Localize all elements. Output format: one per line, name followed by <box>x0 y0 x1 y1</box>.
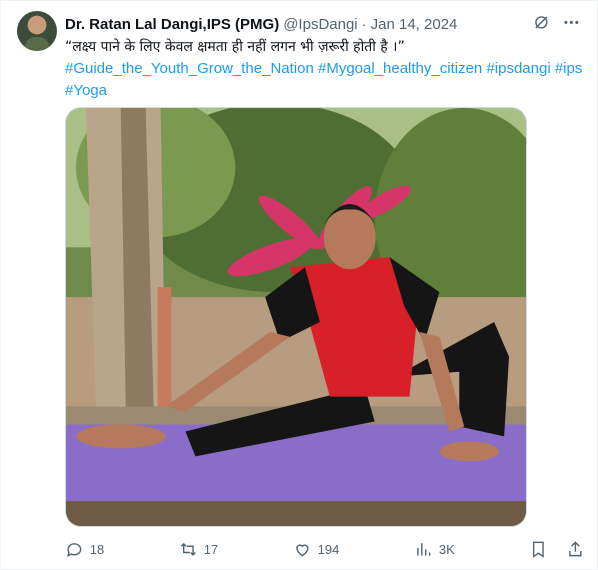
pillar <box>157 287 172 407</box>
bookmark-icon <box>533 541 545 558</box>
tweet-photo[interactable] <box>65 107 527 527</box>
reply-icon <box>67 542 82 557</box>
hashtag-link[interactable]: #Yoga <box>65 82 107 99</box>
reply-button[interactable]: 18 <box>65 540 104 559</box>
person-right-foot <box>439 441 500 462</box>
hashtag-link[interactable]: #Mygoal_healthy_citizen <box>318 60 482 77</box>
bookmark-button[interactable] <box>529 540 548 559</box>
author-handle[interactable]: @IpsDangi <box>283 16 357 33</box>
views-button[interactable]: 3K <box>414 540 455 559</box>
author-name[interactable]: Dr. Ratan Lal Dangi,IPS (PMG) <box>65 16 279 33</box>
heart-icon <box>296 544 309 557</box>
tweet-quote: “लक्ष्य पाने के लिए केवल क्षमता ही नहीं … <box>65 39 405 55</box>
hashtag-link[interactable]: #ips <box>555 60 583 77</box>
tweet-date[interactable]: Jan 14, 2024 <box>371 16 458 33</box>
more-icon[interactable] <box>562 13 581 32</box>
like-button[interactable]: 194 <box>293 540 339 559</box>
tweet-actions: 18 17 194 3K <box>65 537 585 561</box>
hashtag-list: #Guide_the_Youth_Grow_the_Nation #Mygoal… <box>65 58 585 102</box>
share-button[interactable] <box>566 540 585 559</box>
hashtag-link[interactable]: #ipsdangi <box>486 60 550 77</box>
tweet-header: Dr. Ratan Lal Dangi,IPS (PMG) @IpsDangi … <box>65 13 581 35</box>
avatar[interactable] <box>17 11 57 51</box>
views-icon <box>417 542 431 556</box>
repost-icon <box>180 542 196 556</box>
grok-icon[interactable] <box>532 13 551 32</box>
secondary-actions <box>529 540 585 559</box>
view-count: 3K <box>438 541 455 557</box>
reply-count: 18 <box>89 541 105 557</box>
repost-count: 17 <box>203 541 219 557</box>
repost-button[interactable]: 17 <box>179 540 218 559</box>
person-left-foot <box>75 424 166 449</box>
share-icon <box>569 540 582 556</box>
like-count: 194 <box>317 541 340 557</box>
hashtag-link[interactable]: #Guide_the_Youth_Grow_the_Nation <box>65 60 314 77</box>
header-actions <box>532 13 582 32</box>
separator-dot: · <box>361 15 367 33</box>
tweet-card[interactable]: Dr. Ratan Lal Dangi,IPS (PMG) @IpsDangi … <box>0 0 598 570</box>
tweet-text: “लक्ष्य पाने के लिए केवल क्षमता ही नहीं … <box>65 36 585 102</box>
